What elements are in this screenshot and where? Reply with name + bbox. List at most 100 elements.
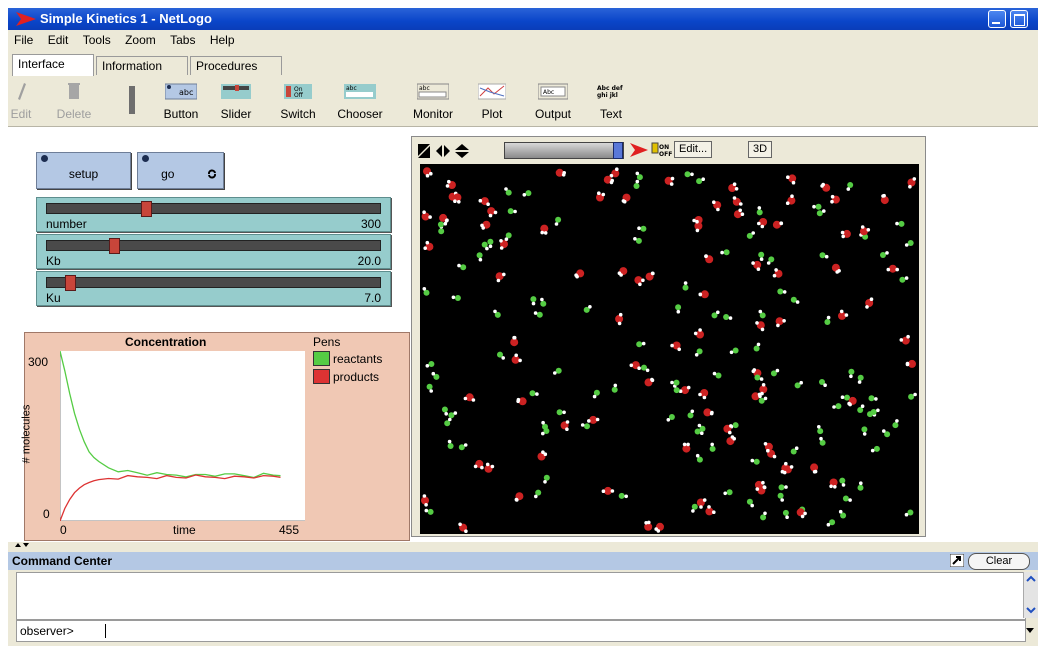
reactant-molecule xyxy=(504,232,512,241)
product-molecule xyxy=(886,264,899,273)
plot-tool[interactable]: Plot xyxy=(474,79,510,121)
go-button[interactable]: go xyxy=(137,152,224,189)
observer-prompt-label[interactable]: observer> xyxy=(20,624,74,638)
command-input[interactable]: observer> xyxy=(16,620,1026,642)
slider-label: number xyxy=(46,217,87,231)
product-molecule xyxy=(664,176,675,186)
svg-text:Off: Off xyxy=(294,92,304,99)
slider-number[interactable]: number 300 xyxy=(36,197,391,232)
view-3d-button[interactable]: 3D xyxy=(748,141,773,158)
product-molecule xyxy=(755,321,765,332)
reactant-molecule xyxy=(641,364,650,373)
text-caret xyxy=(105,624,106,638)
reactant-molecule xyxy=(794,380,803,389)
menu-zoom[interactable]: Zoom xyxy=(119,30,161,47)
slider-handle[interactable] xyxy=(109,238,120,254)
reactant-molecule xyxy=(522,190,532,197)
x-axis-label: time xyxy=(173,523,196,537)
slider-handle[interactable] xyxy=(141,201,152,217)
slider-track[interactable] xyxy=(46,203,381,214)
chooser-tool[interactable]: abc Chooser xyxy=(332,79,388,121)
text-tool[interactable]: Abc def ghi jkl Text xyxy=(592,79,630,121)
output-tool[interactable]: Abc Output xyxy=(526,79,580,121)
product-molecule xyxy=(696,498,707,509)
product-molecule xyxy=(728,182,739,192)
pop-out-icon[interactable] xyxy=(950,554,964,567)
reactant-molecule xyxy=(709,442,716,452)
slider-handle[interactable] xyxy=(65,275,76,291)
reactant-molecule xyxy=(812,203,822,210)
reactant-molecule xyxy=(448,411,458,419)
reactant-molecule xyxy=(556,409,566,416)
reactant-molecule xyxy=(842,495,852,502)
menu-help[interactable]: Help xyxy=(204,30,240,47)
reactant-molecule xyxy=(824,315,831,325)
shrink-view-icon[interactable] xyxy=(418,144,430,158)
product-molecule xyxy=(511,353,522,364)
slider-track[interactable] xyxy=(46,277,381,288)
minimize-button[interactable] xyxy=(988,10,1006,28)
world-view[interactable] xyxy=(420,164,919,534)
tab-bar: Interface Information Procedures xyxy=(8,52,1038,76)
reactant-molecule xyxy=(670,379,680,386)
button-widget-icon: abc xyxy=(165,83,197,100)
title-bar: Simple Kinetics 1 - NetLogo xyxy=(8,8,1038,30)
plot-canvas xyxy=(59,350,305,522)
reactant-molecule xyxy=(592,389,600,399)
product-molecule xyxy=(473,459,484,470)
slider-track[interactable] xyxy=(46,240,381,251)
delete-tool[interactable]: Delete xyxy=(44,79,104,121)
menu-tabs[interactable]: Tabs xyxy=(164,30,200,47)
netlogo-logo-icon xyxy=(16,12,36,26)
scroll-arrows-icon[interactable] xyxy=(1024,572,1038,618)
resize-vertical-icon[interactable] xyxy=(455,144,469,158)
panel-splitter[interactable] xyxy=(8,542,1038,552)
slider-tool[interactable]: Slider xyxy=(216,79,256,121)
speed-slider-handle[interactable] xyxy=(613,142,623,159)
reactant-molecule xyxy=(782,509,789,519)
menu-file[interactable]: File xyxy=(8,30,38,47)
product-molecule xyxy=(772,220,784,229)
menu-tools[interactable]: Tools xyxy=(77,30,116,47)
output-scrollbar[interactable] xyxy=(1023,572,1038,618)
reactant-molecule xyxy=(691,503,698,513)
product-molecule xyxy=(587,415,600,424)
setup-button[interactable]: setup xyxy=(36,152,131,189)
reactant-molecule xyxy=(476,252,483,262)
y-axis-label: # molecules xyxy=(20,404,33,464)
button-tool[interactable]: abc Button xyxy=(158,79,204,121)
switch-tool[interactable]: On Off Switch xyxy=(274,79,322,121)
edit-tool[interactable]: Edit xyxy=(8,79,34,121)
product-molecule xyxy=(705,505,716,516)
reactant-molecule xyxy=(431,371,440,380)
command-center-header: Command Center Clear xyxy=(8,552,1038,570)
resize-horizontal-icon[interactable] xyxy=(436,145,450,157)
tab-information[interactable]: Information xyxy=(96,56,188,75)
clear-button[interactable]: Clear xyxy=(968,553,1030,570)
monitor-tool[interactable]: abc Monitor xyxy=(406,79,460,121)
product-molecule xyxy=(609,167,620,178)
dropdown-arrow-icon[interactable] xyxy=(1024,623,1036,637)
product-molecule xyxy=(421,494,429,507)
command-center-title: Command Center xyxy=(12,554,113,568)
product-molecule xyxy=(644,377,655,387)
tab-procedures[interactable]: Procedures xyxy=(190,56,282,75)
maximize-button[interactable] xyxy=(1010,10,1028,28)
product-molecule xyxy=(751,260,762,271)
reactant-molecule xyxy=(766,256,775,265)
legend-swatch xyxy=(313,369,330,384)
menu-edit[interactable]: Edit xyxy=(42,30,74,47)
reactant-molecule xyxy=(753,342,761,352)
slider-ku[interactable]: Ku 7.0 xyxy=(36,271,391,306)
splitter-arrows-icon[interactable] xyxy=(14,543,30,551)
concentration-plot[interactable]: Concentration Pens reactants products 30… xyxy=(20,332,410,541)
slider-kb[interactable]: Kb 20.0 xyxy=(36,234,391,269)
reactant-molecule xyxy=(633,179,640,189)
reactant-molecule xyxy=(819,252,829,259)
view-updates-toggle-icon[interactable]: ON OFF xyxy=(651,142,672,158)
view-edit-button[interactable]: Edit... xyxy=(674,141,713,158)
product-molecule xyxy=(704,254,714,264)
reactant-molecule xyxy=(720,249,730,256)
speed-slider[interactable] xyxy=(504,142,624,159)
tab-interface[interactable]: Interface xyxy=(12,54,94,76)
